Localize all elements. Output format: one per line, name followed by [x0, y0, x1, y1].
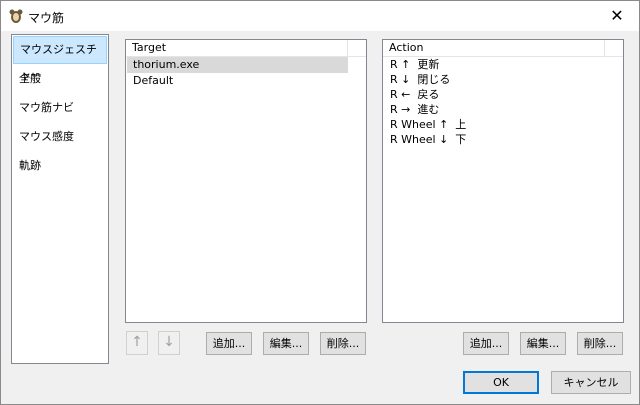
nav-item-mouse-gesture[interactable]: マウスジェスチャー — [13, 36, 107, 82]
target-list[interactable]: Target thorium.exe Default — [125, 39, 367, 323]
action-list-header: Action — [383, 40, 623, 57]
action-row[interactable]: R ← 戻る — [384, 87, 605, 103]
move-down-button[interactable]: ↓ — [158, 331, 180, 355]
action-list[interactable]: Action R ↑ 更新 R ↓ 閉じる R ← 戻る R → 進む R Wh… — [382, 39, 624, 323]
action-row[interactable]: R ↓ 閉じる — [384, 72, 605, 88]
nav-item-general[interactable]: 全般 — [13, 65, 107, 93]
close-button[interactable]: ✕ — [595, 1, 639, 31]
nav-item-trail[interactable]: 軌跡 — [13, 152, 107, 180]
target-add-button[interactable]: 追加... — [206, 332, 252, 355]
action-row[interactable]: R Wheel ↓ 下 — [384, 132, 605, 148]
action-column-header[interactable]: Action — [383, 40, 605, 56]
action-add-button[interactable]: 追加... — [463, 332, 509, 355]
cancel-button[interactable]: キャンセル — [551, 371, 631, 394]
target-edit-button[interactable]: 編集... — [263, 332, 309, 355]
mouse-app-icon — [9, 9, 23, 23]
action-delete-button[interactable]: 削除... — [577, 332, 623, 355]
move-up-button[interactable]: ↑ — [126, 331, 148, 355]
target-row-default[interactable]: Default — [127, 73, 348, 89]
title-bar[interactable]: マウ筋 ✕ — [1, 1, 639, 31]
target-delete-button[interactable]: 削除... — [320, 332, 366, 355]
action-edit-button[interactable]: 編集... — [520, 332, 566, 355]
nav-item-sensitivity[interactable]: マウス感度 — [13, 123, 107, 151]
dialog-window: マウ筋 ✕ マウスジェスチャー 全般 マウ筋ナビ マウス感度 軌跡 Target… — [0, 0, 640, 405]
target-list-header: Target — [126, 40, 366, 57]
ok-button[interactable]: OK — [463, 371, 539, 394]
target-row-thorium[interactable]: thorium.exe — [127, 57, 348, 73]
action-row[interactable]: R → 進む — [384, 102, 605, 118]
nav-item-navi[interactable]: マウ筋ナビ — [13, 94, 107, 122]
close-icon: ✕ — [610, 6, 624, 25]
target-column-header[interactable]: Target — [126, 40, 348, 56]
action-row[interactable]: R ↑ 更新 — [384, 57, 605, 73]
window-title: マウ筋 — [28, 11, 65, 25]
category-list: マウスジェスチャー 全般 マウ筋ナビ マウス感度 軌跡 — [11, 34, 109, 364]
action-row[interactable]: R Wheel ↑ 上 — [384, 117, 605, 133]
